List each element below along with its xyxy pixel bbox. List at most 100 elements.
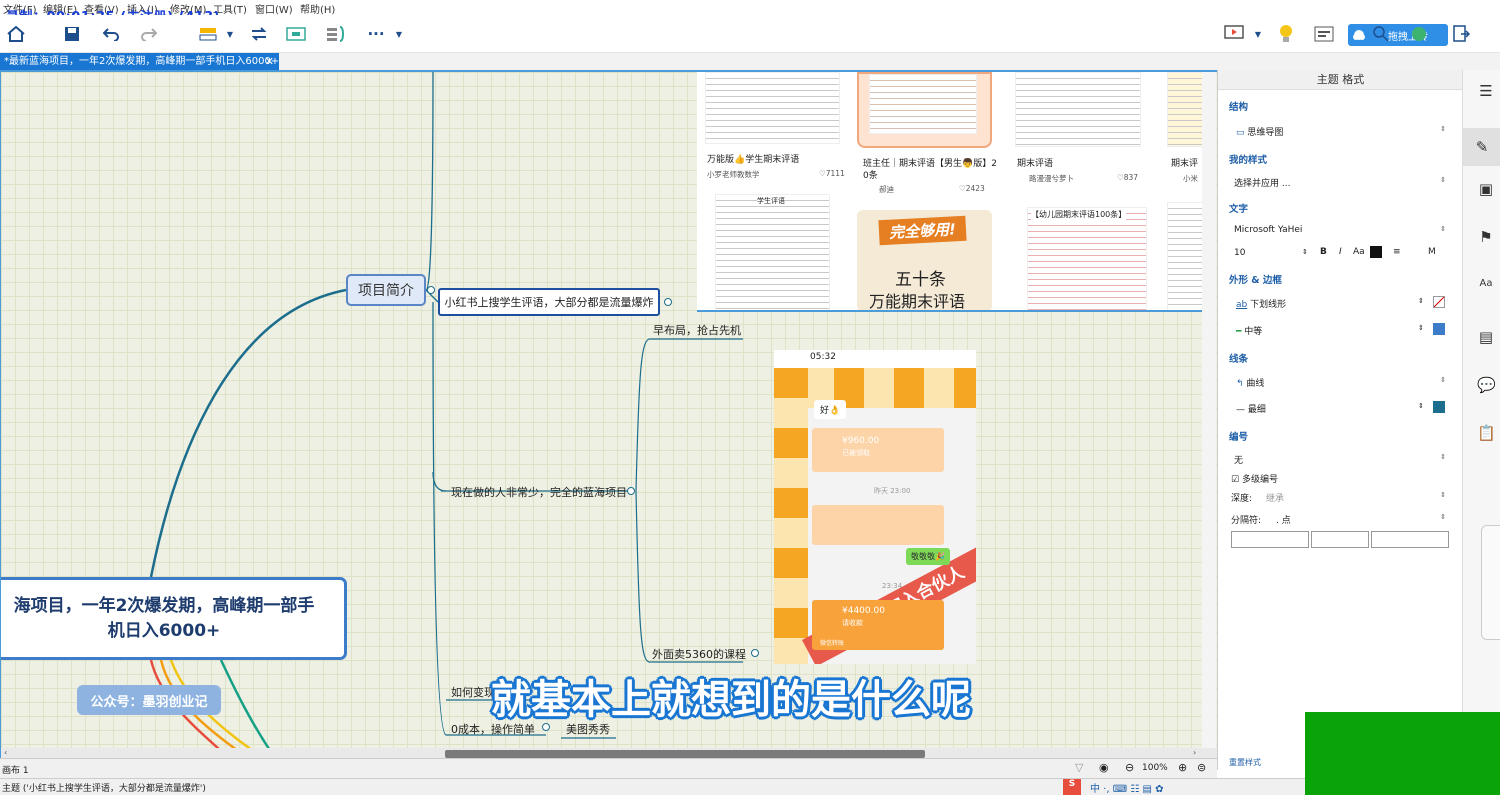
font-size-input[interactable]: 10 [1234, 248, 1245, 258]
central-topic[interactable]: 海项目，一年2次爆发期，高峰期一部手 机日入6000+ [1, 577, 347, 660]
redo-icon[interactable] [138, 23, 160, 45]
card-title: 期末评 [1171, 159, 1199, 169]
chat-screenshot-image[interactable]: 05:32 好👌 ¥960.00 已被领取 昨天 23:00 欢迎加入合伙人 敬… [774, 350, 976, 664]
card-likes: ♡2423 [959, 184, 985, 193]
prefix-input[interactable] [1231, 531, 1309, 548]
depth-select[interactable]: 继承 [1266, 491, 1284, 504]
zoom-level[interactable]: 100% [1142, 763, 1168, 773]
case-button[interactable]: Aa [1353, 247, 1365, 257]
updown-icon[interactable]: ⇕ [1440, 225, 1446, 233]
chevron-down-icon[interactable]: ▼ [393, 23, 405, 45]
updown-icon[interactable]: ⇕ [1418, 297, 1424, 305]
reset-style-link[interactable]: 重置样式 [1229, 757, 1261, 768]
italic-button[interactable]: I [1339, 247, 1342, 257]
floating-widget[interactable] [1481, 525, 1500, 640]
updown-icon[interactable]: ⇕ [1440, 513, 1446, 521]
suffix-input[interactable] [1371, 531, 1449, 548]
topic-icon[interactable] [197, 23, 219, 45]
comment-icon[interactable]: 💬 [1477, 376, 1496, 394]
ime-toolbar-icons[interactable]: 中 ·, ⌨ ☷ ▤ ✿ [1090, 780, 1163, 795]
input-method-icon[interactable]: S [1063, 779, 1081, 795]
updown-icon[interactable]: ⇕ [1418, 402, 1424, 410]
save-icon[interactable] [61, 23, 83, 45]
chat-timestamp-2: 23:34 [882, 582, 903, 590]
border-select[interactable]: ━ 中等 [1236, 324, 1262, 337]
chevron-down-icon[interactable]: ▼ [1252, 23, 1264, 45]
number-input[interactable] [1311, 531, 1369, 548]
topic-intro[interactable]: 项目简介 [346, 274, 426, 306]
topic-blue-ocean[interactable]: 现在做的人非常少，完全的蓝海项目 [451, 484, 627, 500]
updown-icon[interactable]: ⇕ [1302, 248, 1308, 256]
updown-icon[interactable]: ⇕ [1440, 491, 1446, 499]
zoom-in-icon[interactable]: ⊕ [1178, 761, 1187, 774]
card-likes: ♡837 [1117, 173, 1139, 182]
line-shape-select[interactable]: ↰ 曲线 [1236, 376, 1264, 389]
upload-button[interactable]: 拖拽上传 [1348, 24, 1448, 46]
shape-select[interactable]: ab 下划线形 [1236, 297, 1286, 310]
line-width-select[interactable]: — 最细 [1236, 402, 1266, 415]
updown-icon[interactable]: ⇕ [1440, 176, 1446, 184]
task-icon[interactable]: 📋 [1477, 424, 1496, 442]
image-icon[interactable]: ▣ [1477, 180, 1495, 198]
share-icon[interactable] [1408, 23, 1430, 45]
updown-icon[interactable]: ⇕ [1440, 453, 1446, 461]
updown-icon[interactable]: ⇕ [1440, 125, 1446, 133]
close-icon[interactable]: ✕ [265, 53, 274, 70]
topic-selected[interactable]: 小红书上搜学生评语，大部分都是流量爆炸 [438, 288, 660, 316]
relationship-icon[interactable] [248, 23, 270, 45]
text-box-icon[interactable]: Aa [1477, 278, 1495, 296]
lightbulb-icon[interactable] [1275, 23, 1297, 45]
outline-icon[interactable]: ☰ [1477, 82, 1495, 100]
phone-time: 05:32 [810, 352, 836, 362]
topic-early-layout[interactable]: 早布局，抢占先机 [653, 322, 741, 338]
section-shape: 外形 & 边框 [1229, 275, 1282, 286]
scroll-left-icon[interactable]: ‹ [4, 748, 7, 757]
filter-icon[interactable]: ▽ [1075, 761, 1083, 774]
format-brush-icon[interactable]: ✎ [1463, 128, 1500, 166]
undo-icon[interactable] [100, 23, 122, 45]
m-button[interactable]: M [1428, 247, 1436, 257]
outline-view-icon[interactable] [1313, 23, 1335, 45]
presentation-icon[interactable] [1223, 23, 1245, 45]
updown-icon[interactable]: ⇕ [1440, 376, 1446, 384]
multi-level-checkbox[interactable]: ☑ 多级编号 [1231, 472, 1278, 485]
horizontal-scrollbar[interactable]: ‹ › [1, 748, 1217, 758]
style-select[interactable]: 选择并应用 ... [1234, 176, 1290, 189]
topic-monetize[interactable]: 如何变现 [451, 684, 495, 700]
phone-status-bar: 05:32 [774, 350, 976, 368]
note-icon[interactable]: ▤ [1477, 328, 1495, 346]
document-tab[interactable]: *最新蓝海项目，一年2次爆发期，高峰期一部手机日入6000+ ✕ [0, 53, 279, 70]
summary-icon[interactable] [325, 23, 347, 45]
vertical-scrollbar[interactable] [1202, 72, 1216, 748]
more-icon[interactable]: ··· [365, 23, 387, 45]
align-button[interactable]: ≡ [1393, 247, 1401, 257]
separator-select[interactable]: . 点 [1276, 513, 1291, 526]
chevron-down-icon[interactable]: ▼ [224, 23, 236, 45]
text-color-swatch[interactable] [1370, 246, 1382, 258]
border-color-swatch[interactable] [1433, 323, 1445, 335]
note-cards-image[interactable]: 万能版👍学生期末评语 小罗老师教数学 ♡7111 班主任｜期末评语【男生👦版】2… [697, 72, 1203, 312]
fit-icon[interactable]: ⊜ [1197, 761, 1206, 774]
home-icon[interactable] [5, 23, 27, 45]
eye-icon[interactable]: ◉ [1099, 761, 1109, 774]
zoom-out-icon[interactable]: ⊖ [1125, 761, 1134, 774]
menu-window[interactable]: 窗口(W) [255, 1, 293, 16]
updown-icon[interactable]: ⇕ [1418, 324, 1424, 332]
structure-select[interactable]: ▭ 思维导图 [1236, 125, 1283, 138]
export-icon[interactable] [1450, 23, 1472, 45]
boundary-icon[interactable] [285, 23, 307, 45]
line-color-swatch[interactable] [1433, 401, 1445, 413]
mindmap-canvas[interactable]: 万能版👍学生期末评语 小罗老师教数学 ♡7111 班主任｜期末评语【男生👦版】2… [0, 70, 1217, 758]
font-select[interactable]: Microsoft YaHei [1234, 225, 1302, 235]
fill-color-swatch[interactable] [1433, 296, 1445, 308]
scrollbar-thumb[interactable] [445, 750, 925, 758]
flag-icon[interactable]: ⚑ [1477, 228, 1495, 246]
sheet-tab[interactable]: 画布 1 [2, 763, 29, 776]
section-text: 文字 [1229, 204, 1249, 215]
search-icon[interactable] [1370, 23, 1392, 45]
menu-help[interactable]: 帮助(H) [300, 1, 335, 16]
scroll-right-icon[interactable]: › [1193, 748, 1196, 757]
topic-sell-course[interactable]: 外面卖5360的课程 [652, 646, 746, 662]
numbering-select[interactable]: 无 [1234, 453, 1243, 466]
bold-button[interactable]: B [1320, 247, 1327, 257]
